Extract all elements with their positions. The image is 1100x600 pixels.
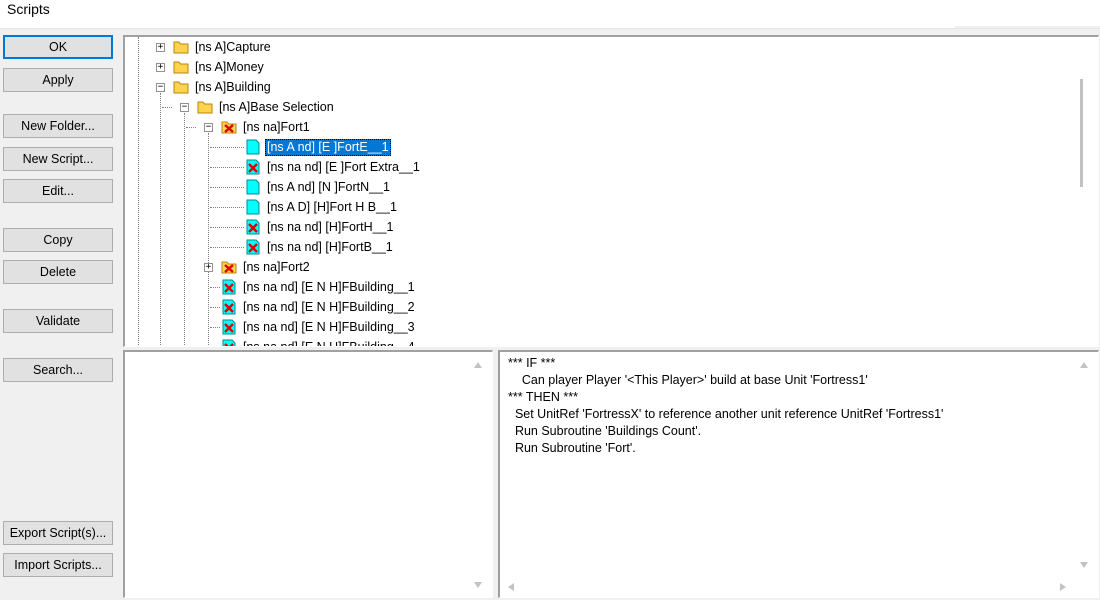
tree-line: [162, 107, 172, 108]
expand-toggle[interactable]: +: [156, 63, 165, 72]
tree-line: [184, 113, 185, 346]
disabled-script-icon: [222, 279, 236, 295]
tree-item-fbuilding3[interactable]: [ns na nd] [E N H]FBuilding__3: [241, 319, 417, 336]
collapse-toggle[interactable]: −: [204, 123, 213, 132]
folder-icon: [173, 61, 189, 74]
tree-item-building[interactable]: [ns A]Building: [193, 79, 273, 96]
collapse-toggle[interactable]: −: [180, 103, 189, 112]
disabled-script-icon: [222, 339, 236, 346]
script-tree[interactable]: + [ns A]Capture + [ns A]Money − [ns A]Bu…: [123, 35, 1099, 347]
script-icon: [246, 179, 260, 195]
new-script-button[interactable]: New Script...: [3, 147, 113, 171]
title-bar: Scripts: [0, 0, 1100, 29]
tree-item-forte1[interactable]: [ns A nd] [E ]FortE__1: [265, 139, 391, 156]
tree-line: [210, 327, 220, 328]
tree-item-fbuilding2[interactable]: [ns na nd] [E N H]FBuilding__2: [241, 299, 417, 316]
tree-item-capture[interactable]: [ns A]Capture: [193, 39, 273, 56]
script-icon: [246, 199, 260, 215]
new-folder-button[interactable]: New Folder...: [3, 114, 113, 138]
script-line: Set UnitRef 'FortressX' to reference ano…: [508, 407, 944, 421]
tree-line: [210, 167, 244, 168]
validate-button[interactable]: Validate: [3, 309, 113, 333]
tree-line: [210, 187, 244, 188]
tree-scrollbar-thumb[interactable]: [1080, 79, 1083, 187]
tree-line: [210, 147, 244, 148]
tree-line: [210, 307, 220, 308]
import-scripts-button[interactable]: Import Scripts...: [3, 553, 113, 577]
tree-line: [138, 37, 139, 346]
scroll-up-arrow[interactable]: [474, 362, 482, 368]
folder-icon: [197, 101, 213, 114]
tree-item-forthb1[interactable]: [ns A D] [H]Fort H B__1: [265, 199, 399, 216]
search-button[interactable]: Search...: [3, 358, 113, 382]
tree-item-money[interactable]: [ns A]Money: [193, 59, 266, 76]
disabled-script-icon: [246, 159, 260, 175]
tree-item-fortn1[interactable]: [ns A nd] [N ]FortN__1: [265, 179, 392, 196]
tree-line: [208, 133, 209, 346]
search-results-list[interactable]: [123, 350, 493, 598]
tree-item-forth1[interactable]: [ns na nd] [H]FortH__1: [265, 219, 395, 236]
folder-icon: [173, 81, 189, 94]
tree-item-fort2[interactable]: [ns na]Fort2: [241, 259, 312, 276]
scroll-down-arrow[interactable]: [1080, 562, 1088, 568]
expand-toggle[interactable]: +: [204, 263, 213, 272]
expand-toggle[interactable]: +: [156, 43, 165, 52]
disabled-script-icon: [222, 299, 236, 315]
tree-item-fbuilding4[interactable]: [ns na nd] [E N H]FBuilding__4: [241, 339, 417, 346]
scroll-right-arrow[interactable]: [1060, 583, 1066, 591]
export-scripts-button[interactable]: Export Script(s)...: [3, 521, 113, 545]
scroll-left-arrow[interactable]: [508, 583, 514, 591]
script-line: *** THEN ***: [508, 390, 578, 404]
script-line: Run Subroutine 'Fort'.: [508, 441, 636, 455]
tree-line: [210, 207, 244, 208]
edit-button[interactable]: Edit...: [3, 179, 113, 203]
tree-item-fbuilding1[interactable]: [ns na nd] [E N H]FBuilding__1: [241, 279, 417, 296]
disabled-folder-icon: [221, 121, 237, 134]
tree-line: [160, 93, 161, 346]
disabled-script-icon: [222, 319, 236, 335]
apply-button[interactable]: Apply: [3, 68, 113, 92]
disabled-folder-icon: [221, 261, 237, 274]
tree-item-fortb1[interactable]: [ns na nd] [H]FortB__1: [265, 239, 395, 256]
copy-button[interactable]: Copy: [3, 228, 113, 252]
disabled-script-icon: [246, 219, 260, 235]
tree-line: [210, 287, 220, 288]
ok-button[interactable]: OK: [3, 35, 113, 59]
disabled-script-icon: [246, 239, 260, 255]
title-strip: [955, 26, 1100, 28]
script-contents-view[interactable]: *** IF *** Can player Player '<This Play…: [498, 350, 1099, 598]
delete-button[interactable]: Delete: [3, 260, 113, 284]
folder-icon: [173, 41, 189, 54]
collapse-toggle[interactable]: −: [156, 83, 165, 92]
tree-item-fort1[interactable]: [ns na]Fort1: [241, 119, 312, 136]
tree-line: [186, 127, 196, 128]
tree-line: [210, 247, 244, 248]
script-line: Can player Player '<This Player>' build …: [508, 373, 868, 387]
script-line: Run Subroutine 'Buildings Count'.: [508, 424, 702, 438]
script-icon: [246, 139, 260, 155]
scroll-down-arrow[interactable]: [474, 582, 482, 588]
tree-item-base-selection[interactable]: [ns A]Base Selection: [217, 99, 336, 116]
scroll-up-arrow[interactable]: [1080, 362, 1088, 368]
tree-line: [210, 227, 244, 228]
window-title: Scripts: [7, 1, 50, 17]
script-line: *** IF ***: [508, 356, 556, 370]
tree-item-fort-extra[interactable]: [ns na nd] [E ]Fort Extra__1: [265, 159, 422, 176]
